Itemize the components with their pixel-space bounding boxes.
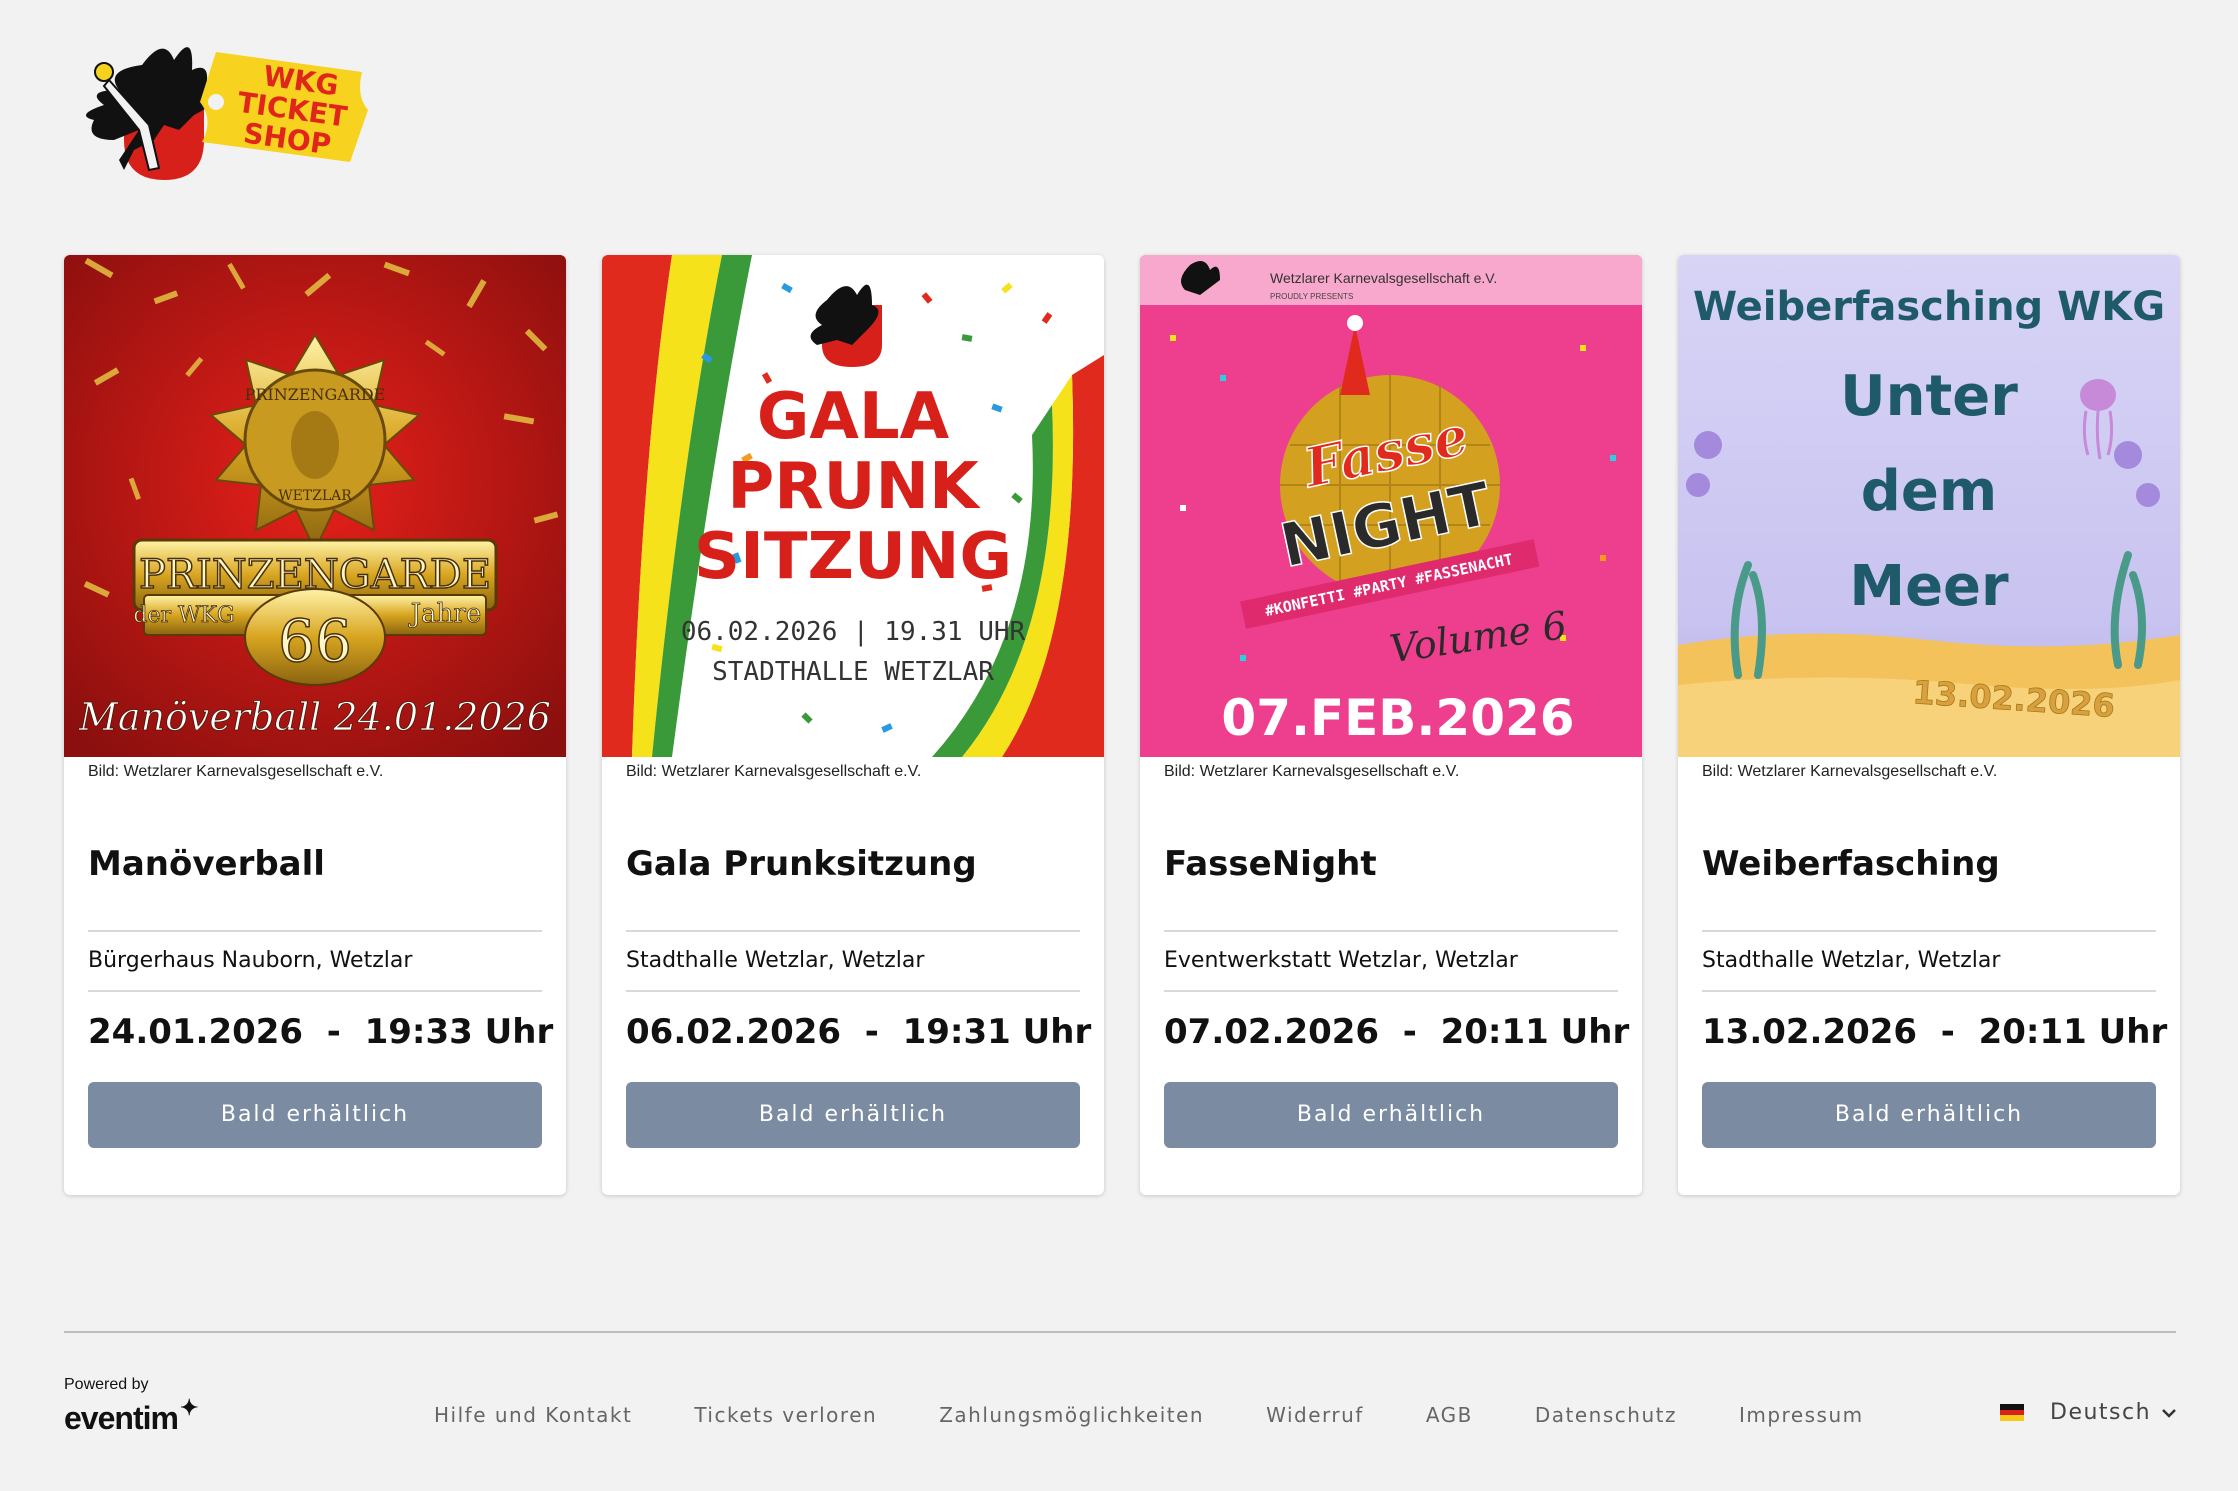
footer-link-help[interactable]: Hilfe und Kontakt <box>434 1403 632 1427</box>
footer-divider <box>64 1331 2176 1333</box>
german-flag-icon <box>2000 1404 2024 1422</box>
event-card-fassenight[interactable]: Wetzlarer Karnevalsgesellschaft e.V. PRO… <box>1140 255 1642 1195</box>
image-credit: Bild: Wetzlarer Karnevalsgesellschaft e.… <box>88 763 384 780</box>
event-title[interactable]: FasseNight <box>1164 844 1618 930</box>
event-time: 20:11 Uhr <box>1440 1012 1630 1052</box>
shop-logo[interactable]: WKG TICKET SHOP <box>64 30 374 190</box>
event-date: 06.02.2026 <box>626 1012 842 1052</box>
event-card-gala-prunksitzung[interactable]: GALA PRUNK SITZUNG 06.02.2026 | 19.31 UH… <box>602 255 1104 1195</box>
event-time: 19:33 Uhr <box>364 1012 554 1052</box>
powered-by-label: Powered by <box>64 1376 149 1393</box>
event-time: 19:31 Uhr <box>902 1012 1092 1052</box>
language-selector[interactable]: Deutsch <box>2000 1400 2177 1425</box>
sparkle-icon: ✦ <box>179 1395 198 1420</box>
event-venue: Bürgerhaus Nauborn, Wetzlar <box>88 948 413 973</box>
eventim-brand: eventim <box>64 1400 179 1436</box>
poster-line-4: Meer <box>1849 554 2009 619</box>
poster-line-3: SITZUNG <box>694 520 1012 594</box>
event-card-manoeverball[interactable]: PRINZENGARDE WETZLAR PRINZENGARDE der WK… <box>64 255 566 1195</box>
event-grid: PRINZENGARDE WETZLAR PRINZENGARDE der WK… <box>64 255 2180 1195</box>
event-image[interactable]: Wetzlarer Karnevalsgesellschaft e.V. PRO… <box>1140 255 1642 757</box>
poster-line-3: 66 <box>278 607 352 675</box>
eventim-logo[interactable]: eventim✦ <box>64 1395 198 1437</box>
eagle-crest-icon <box>86 47 212 180</box>
event-image[interactable]: PRINZENGARDE WETZLAR PRINZENGARDE der WK… <box>64 255 566 757</box>
event-venue: Stadthalle Wetzlar, Wetzlar <box>1702 948 2001 973</box>
footer-link-lost-tickets[interactable]: Tickets verloren <box>694 1403 877 1427</box>
footer-links: Hilfe und Kontakt Tickets verloren Zahlu… <box>434 1403 1926 1427</box>
poster-line-2: der WKG <box>133 603 234 628</box>
event-datetime: 06.02.2026 - 19:31 Uhr <box>626 1012 1092 1052</box>
event-venue: Stadthalle Wetzlar, Wetzlar <box>626 948 925 973</box>
footer-link-terms[interactable]: AGB <box>1426 1403 1473 1427</box>
poster-line-2: Unter <box>1840 364 2018 429</box>
footer-link-withdrawal[interactable]: Widerruf <box>1266 1403 1364 1427</box>
event-title[interactable]: Manöverball <box>88 844 542 930</box>
poster-line-5: STADTHALLE WETZLAR <box>712 657 994 687</box>
event-image[interactable]: GALA PRUNK SITZUNG 06.02.2026 | 19.31 UH… <box>602 255 1104 757</box>
poster-line-3: dem <box>1861 459 1997 524</box>
poster-line-4: Jahre <box>408 599 481 629</box>
event-datetime: 07.02.2026 - 20:11 Uhr <box>1164 1012 1630 1052</box>
coming-soon-button[interactable]: Bald erhältlich <box>626 1082 1080 1148</box>
event-card-weiberfasching[interactable]: Weiberfasching WKG Unter dem Meer 13.02.… <box>1678 255 2180 1195</box>
ticket-icon: WKG TICKET SHOP <box>200 52 368 162</box>
poster-line-5: Manöverball 24.01.2026 <box>78 695 551 739</box>
poster-line-1: Weiberfasching WKG <box>1693 284 2165 330</box>
poster-badge-bottom: WETZLAR <box>278 488 352 504</box>
poster-badge-top: PRINZENGARDE <box>245 385 386 404</box>
poster-line-4: 06.02.2026 | 19.31 UHR <box>681 617 1026 647</box>
event-date: 13.02.2026 <box>1702 1012 1918 1052</box>
coming-soon-button[interactable]: Bald erhältlich <box>1702 1082 2156 1148</box>
event-venue: Eventwerkstatt Wetzlar, Wetzlar <box>1164 948 1518 973</box>
event-title[interactable]: Gala Prunksitzung <box>626 844 1080 930</box>
event-datetime: 13.02.2026 - 20:11 Uhr <box>1702 1012 2168 1052</box>
poster-line-1: GALA <box>757 380 950 454</box>
image-credit: Bild: Wetzlarer Karnevalsgesellschaft e.… <box>626 763 922 780</box>
poster-date: 07.FEB.2026 <box>1221 689 1574 747</box>
language-label: Deutsch <box>2050 1400 2152 1425</box>
event-datetime: 24.01.2026 - 19:33 Uhr <box>88 1012 554 1052</box>
image-credit: Bild: Wetzlarer Karnevalsgesellschaft e.… <box>1164 763 1460 780</box>
event-image[interactable]: Weiberfasching WKG Unter dem Meer 13.02.… <box>1678 255 2180 757</box>
coming-soon-button[interactable]: Bald erhältlich <box>88 1082 542 1148</box>
footer-link-payment[interactable]: Zahlungsmöglichkeiten <box>939 1403 1204 1427</box>
chevron-down-icon <box>2162 1408 2176 1418</box>
coming-soon-button[interactable]: Bald erhältlich <box>1164 1082 1618 1148</box>
event-date: 24.01.2026 <box>88 1012 304 1052</box>
image-credit: Bild: Wetzlarer Karnevalsgesellschaft e.… <box>1702 763 1998 780</box>
footer-link-imprint[interactable]: Impressum <box>1739 1403 1864 1427</box>
poster-line-2: PRUNK <box>727 450 981 524</box>
footer-link-privacy[interactable]: Datenschutz <box>1535 1403 1677 1427</box>
event-title[interactable]: Weiberfasching <box>1702 844 2156 930</box>
event-time: 20:11 Uhr <box>1978 1012 2168 1052</box>
poster-header: Wetzlarer Karnevalsgesellschaft e.V. <box>1270 270 1497 286</box>
poster-subheader: PROUDLY PRESENTS <box>1270 292 1353 301</box>
event-date: 07.02.2026 <box>1164 1012 1380 1052</box>
